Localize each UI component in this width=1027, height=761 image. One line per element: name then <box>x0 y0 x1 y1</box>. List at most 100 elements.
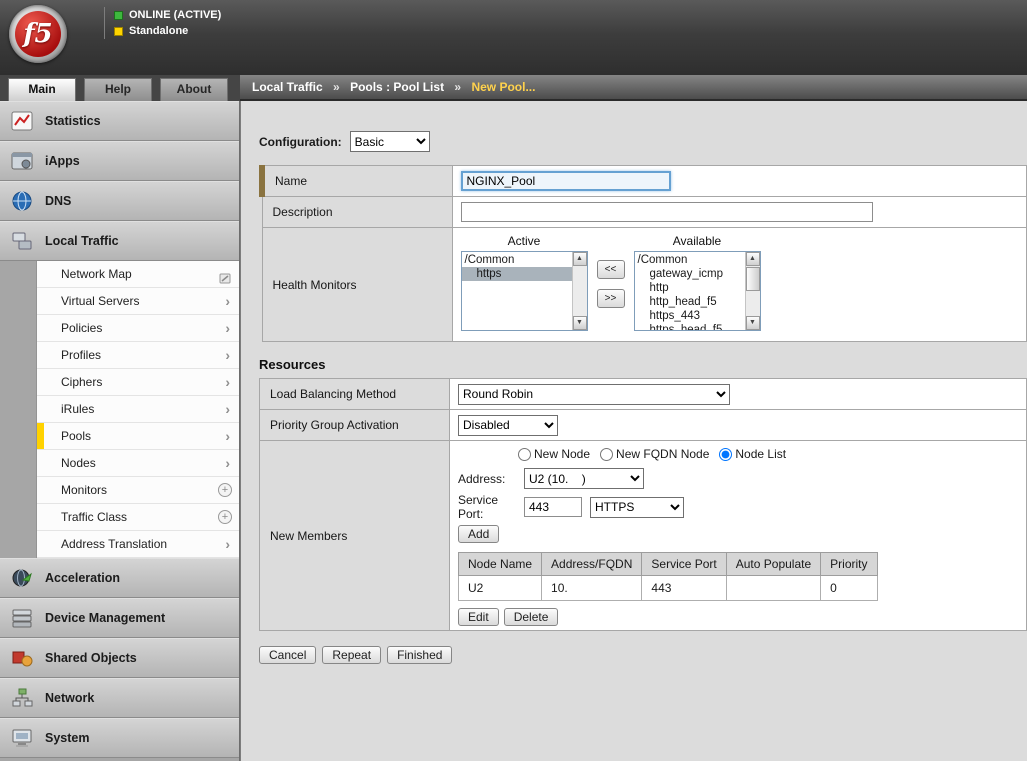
submenu-item-virtual-servers[interactable]: Virtual Servers <box>37 288 239 315</box>
statistics-icon <box>9 108 35 134</box>
available-monitor-item[interactable]: https_head_f5 <box>635 323 745 330</box>
node-list-radio[interactable] <box>719 448 732 461</box>
add-monitor-icon[interactable] <box>218 483 232 497</box>
repeat-button[interactable]: Repeat <box>322 646 381 664</box>
service-port-input[interactable] <box>524 497 582 517</box>
scroll-down-icon[interactable]: ▼ <box>746 316 760 330</box>
network-icon <box>9 685 35 711</box>
submenu-item-label: Pools <box>61 429 91 443</box>
scrollbar-thumb[interactable] <box>746 267 760 291</box>
sidebar-item-dns[interactable]: DNS <box>0 181 239 221</box>
tab-main[interactable]: Main <box>8 78 76 101</box>
member-edit-buttons: Edit Delete <box>458 608 1018 626</box>
sidebar-item-acceleration[interactable]: Acceleration <box>0 558 239 598</box>
available-monitors-listbox[interactable]: /Common gateway_icmp http http_head_f5 h… <box>634 251 761 331</box>
tab-help[interactable]: Help <box>84 78 152 101</box>
available-monitor-item[interactable]: http_head_f5 <box>635 295 745 309</box>
pool-name-input[interactable] <box>461 171 671 191</box>
scroll-up-icon[interactable]: ▲ <box>573 252 587 266</box>
submenu-item-profiles[interactable]: Profiles <box>37 342 239 369</box>
sidebar-item-network[interactable]: Network <box>0 678 239 718</box>
sidebar-item-label: Device Management <box>45 611 165 625</box>
chevron-right-icon <box>225 369 230 395</box>
finished-button[interactable]: Finished <box>387 646 452 664</box>
add-member-button[interactable]: Add <box>458 525 499 543</box>
chevron-right-icon <box>225 342 230 368</box>
new-node-radio[interactable] <box>518 448 531 461</box>
scroll-down-icon[interactable]: ▼ <box>573 316 587 330</box>
sidebar-item-system[interactable]: System <box>0 718 239 758</box>
submenu-item-traffic-class[interactable]: Traffic Class <box>37 504 239 531</box>
sidebar-item-statistics[interactable]: Statistics <box>0 101 239 141</box>
sidebar-item-label: System <box>45 731 89 745</box>
sidebar-item-label: Local Traffic <box>45 234 119 248</box>
active-monitors-listbox[interactable]: /Common https ▲ ▼ <box>461 251 588 331</box>
load-balancing-select[interactable]: Round Robin <box>458 384 730 405</box>
member-type-radios: New Node New FQDN Node Node List <box>518 447 1018 461</box>
configuration-select[interactable]: Basic <box>350 131 430 152</box>
member-row[interactable]: U2 10. 443 0 <box>459 576 878 601</box>
member-priority: 0 <box>821 576 877 601</box>
members-table: Node Name Address/FQDN Service Port Auto… <box>458 552 878 601</box>
delete-member-button[interactable]: Delete <box>504 608 559 626</box>
service-port-line: Service Port: HTTPS <box>458 493 1018 521</box>
add-traffic-class-icon[interactable] <box>218 510 232 524</box>
main-content: Configuration: Basic Name Description He… <box>240 101 1027 761</box>
submenu-item-label: Nodes <box>61 456 96 470</box>
col-auto-populate: Auto Populate <box>726 553 820 576</box>
available-monitor-item[interactable]: http <box>635 281 745 295</box>
member-node-name: U2 <box>459 576 542 601</box>
address-select[interactable]: U2 (10. ) <box>524 468 644 489</box>
submenu-item-nodes[interactable]: Nodes <box>37 450 239 477</box>
service-type-select[interactable]: HTTPS <box>590 497 684 518</box>
f5-logo[interactable]: f5 <box>9 5 67 63</box>
new-fqdn-node-radio-label[interactable]: New FQDN Node <box>616 447 709 461</box>
active-monitor-item[interactable]: https <box>462 267 572 281</box>
status-standalone: Standalone <box>114 23 221 39</box>
submenu-item-label: Profiles <box>61 348 101 362</box>
sidebar-item-shared-objects[interactable]: Shared Objects <box>0 638 239 678</box>
submenu-item-network-map[interactable]: Network Map <box>37 261 239 288</box>
move-to-available-button[interactable]: >> <box>597 289 625 308</box>
monitor-partition-group: /Common <box>635 253 745 267</box>
new-node-radio-label[interactable]: New Node <box>534 447 590 461</box>
chevron-right-icon <box>225 396 230 422</box>
load-balancing-label: Load Balancing Method <box>260 379 450 410</box>
submenu-item-ciphers[interactable]: Ciphers <box>37 369 239 396</box>
submenu-item-monitors[interactable]: Monitors <box>37 477 239 504</box>
submenu-item-address-translation[interactable]: Address Translation <box>37 531 239 558</box>
priority-group-label: Priority Group Activation <box>260 410 450 441</box>
submenu-item-irules[interactable]: iRules <box>37 396 239 423</box>
tab-about[interactable]: About <box>160 78 228 101</box>
health-monitors-row: Health Monitors Active /Common https ▲ <box>262 228 1027 342</box>
tab-strip: Main Help About <box>0 75 240 101</box>
new-fqdn-node-radio[interactable] <box>600 448 613 461</box>
active-list-scrollbar[interactable]: ▲ ▼ <box>572 252 587 330</box>
breadcrumb-pool-list[interactable]: Pools : Pool List <box>350 80 444 94</box>
priority-group-select[interactable]: Disabled <box>458 415 558 436</box>
breadcrumb-separator: » <box>333 80 340 94</box>
node-list-radio-label[interactable]: Node List <box>735 447 786 461</box>
active-list-title: Active <box>508 234 541 248</box>
local-traffic-submenu: Network Map Virtual Servers Policies Pro… <box>36 261 239 558</box>
breadcrumb-local-traffic[interactable]: Local Traffic <box>252 80 323 94</box>
priority-group-row: Priority Group Activation Disabled <box>260 410 1027 441</box>
sidebar-item-local-traffic[interactable]: Local Traffic <box>0 221 239 261</box>
scroll-up-icon[interactable]: ▲ <box>746 252 760 266</box>
address-line: Address: U2 (10. ) <box>458 468 1018 489</box>
submenu-item-pools[interactable]: Pools <box>37 423 239 450</box>
new-members-label: New Members <box>260 441 450 631</box>
available-monitor-item[interactable]: https_443 <box>635 309 745 323</box>
cancel-button[interactable]: Cancel <box>259 646 316 664</box>
submenu-item-policies[interactable]: Policies <box>37 315 239 342</box>
edit-member-button[interactable]: Edit <box>458 608 499 626</box>
sidebar-item-iapps[interactable]: iApps <box>0 141 239 181</box>
resources-section-title: Resources <box>259 357 1027 372</box>
sidebar-item-device-management[interactable]: Device Management <box>0 598 239 638</box>
available-list-scrollbar[interactable]: ▲ ▼ <box>745 252 760 330</box>
col-service-port: Service Port <box>642 553 726 576</box>
available-monitor-item[interactable]: gateway_icmp <box>635 267 745 281</box>
move-to-active-button[interactable]: << <box>597 260 625 279</box>
chevron-right-icon <box>225 531 230 557</box>
description-input[interactable] <box>461 202 873 222</box>
